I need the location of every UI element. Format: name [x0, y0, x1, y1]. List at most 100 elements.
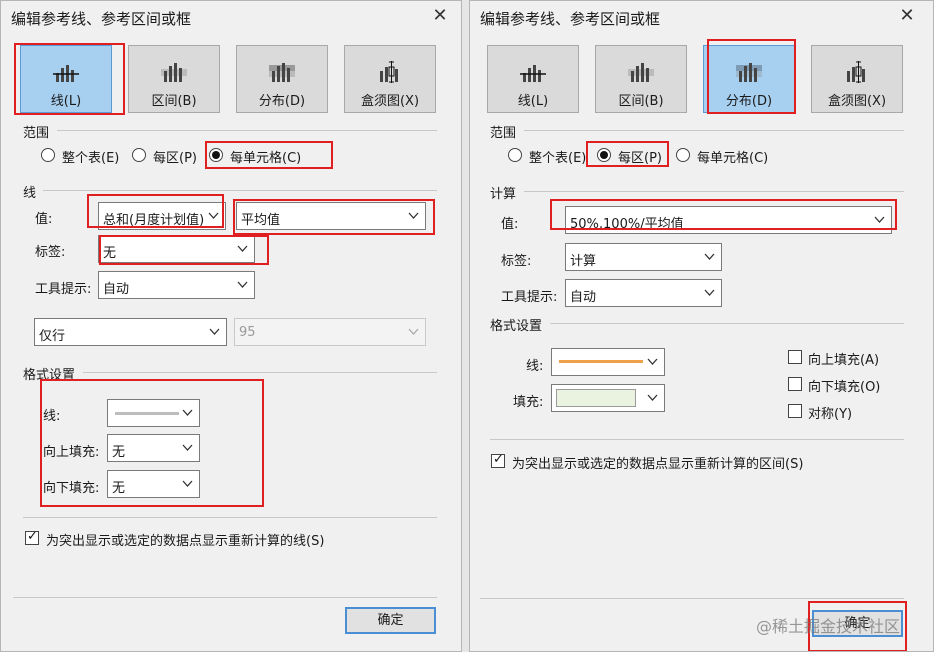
aggregation-select[interactable]: 平均值 — [236, 202, 426, 230]
tooltip-select[interactable]: 自动 — [565, 279, 722, 307]
fill-up-label: 向上填充(A) — [808, 353, 880, 368]
label-select[interactable]: 无 — [98, 235, 255, 263]
chevron-down-icon — [182, 444, 193, 451]
only-rows-select[interactable]: 仅行 — [34, 318, 227, 346]
scope-option-label: 每单元格(C) — [230, 151, 302, 166]
chevron-down-icon — [408, 328, 419, 335]
scope-heading: 范围 — [490, 126, 517, 141]
close-icon[interactable]: ✕ — [896, 5, 918, 27]
value-label: 值: — [35, 212, 53, 227]
fill-up-checkbox[interactable] — [788, 350, 802, 364]
select-value: 50%,100%/平均值 — [570, 217, 684, 232]
value-field-select[interactable]: 总和(月度计划值) — [98, 202, 226, 230]
select-value: 平均值 — [241, 213, 281, 228]
reference-line-icon — [520, 65, 546, 82]
symmetric-label: 对称(Y) — [808, 407, 853, 422]
chevron-down-icon — [647, 358, 658, 365]
scope-radio-table[interactable] — [41, 148, 55, 162]
divider — [550, 323, 904, 324]
fill-below-select[interactable]: 无 — [107, 470, 200, 498]
value-field-select[interactable]: 50%,100%/平均值 — [565, 206, 892, 234]
tab-label: 分布(D) — [258, 94, 306, 109]
reference-line-icon — [53, 65, 79, 82]
scope-option-label: 每单元格(C) — [697, 151, 769, 166]
box-plot-icon — [847, 61, 865, 83]
select-value: 无 — [112, 481, 126, 496]
chevron-down-icon — [209, 328, 220, 335]
scope-option-label: 每区(P) — [153, 151, 197, 166]
tab-line[interactable]: 线(L) — [487, 45, 579, 113]
format-line-label: 线: — [526, 359, 544, 374]
divider — [23, 517, 437, 518]
chevron-down-icon — [182, 480, 193, 487]
tab-label: 盒须图(X) — [827, 94, 887, 109]
scope-option-label: 整个表(E) — [529, 151, 587, 166]
scope-radio-cell[interactable] — [209, 148, 223, 162]
divider — [490, 439, 904, 440]
close-icon[interactable]: ✕ — [429, 5, 451, 27]
select-value: 无 — [103, 246, 117, 261]
scope-radio-table[interactable] — [508, 148, 522, 162]
tab-label: 分布(D) — [725, 94, 773, 109]
tab-boxplot[interactable]: 盒须图(X) — [344, 45, 436, 113]
line-swatch — [559, 360, 643, 363]
chevron-down-icon — [237, 281, 248, 288]
scope-option-label: 整个表(E) — [62, 151, 120, 166]
chevron-down-icon — [874, 216, 885, 223]
chevron-down-icon — [704, 289, 715, 296]
select-value: 总和(月度计划值) — [103, 213, 205, 228]
watermark: @稀土掘金技术社区 — [756, 617, 901, 636]
chevron-down-icon — [704, 253, 715, 260]
chevron-down-icon — [182, 409, 193, 416]
fill-color-select[interactable] — [551, 384, 665, 412]
scope-radio-pane[interactable] — [132, 148, 146, 162]
fill-above-select[interactable]: 无 — [107, 434, 200, 462]
scope-radio-cell[interactable] — [676, 148, 690, 162]
fill-swatch — [556, 389, 636, 407]
left-dialog: 编辑参考线、参考区间或框 ✕ 线(L) 区间(B) 分布(D) 盒须图(X) 范… — [0, 0, 462, 652]
recalc-label: 为突出显示或选定的数据点显示重新计算的线(S) — [46, 534, 325, 549]
tab-label: 盒须图(X) — [360, 94, 420, 109]
format-line-label: 线: — [43, 409, 61, 424]
calc-heading: 计算 — [490, 187, 517, 202]
divider — [524, 130, 904, 131]
confidence-select: 95 — [234, 318, 426, 346]
tab-band[interactable]: 区间(B) — [595, 45, 687, 113]
divider — [524, 191, 904, 192]
tab-label: 区间(B) — [618, 94, 664, 109]
line-swatch — [115, 412, 179, 415]
line-style-select[interactable] — [551, 348, 665, 376]
format-heading: 格式设置 — [23, 368, 76, 383]
distribution-icon — [269, 63, 295, 82]
ok-button[interactable]: 确定 — [345, 607, 436, 634]
symmetric-checkbox[interactable] — [788, 404, 802, 418]
tab-distribution[interactable]: 分布(D) — [236, 45, 328, 113]
scope-radio-pane[interactable] — [597, 148, 611, 162]
tooltip-label: 工具提示: — [501, 290, 558, 305]
label-select[interactable]: 计算 — [565, 243, 722, 271]
tab-distribution[interactable]: 分布(D) — [703, 45, 795, 113]
box-plot-icon — [380, 61, 398, 83]
chevron-down-icon — [647, 394, 658, 401]
tab-boxplot[interactable]: 盒须图(X) — [811, 45, 903, 113]
select-value: 仅行 — [39, 329, 66, 344]
divider — [43, 190, 437, 191]
divider — [83, 372, 437, 373]
tab-line[interactable]: 线(L) — [20, 45, 112, 113]
format-heading: 格式设置 — [490, 319, 543, 334]
value-label: 值: — [501, 217, 519, 232]
select-value: 计算 — [570, 254, 597, 269]
recalc-checkbox[interactable] — [25, 529, 39, 545]
fill-down-label: 向下填充(O) — [808, 380, 881, 395]
recalc-checkbox[interactable] — [491, 452, 505, 468]
line-heading: 线 — [23, 186, 37, 201]
chevron-down-icon — [408, 212, 419, 219]
chevron-down-icon — [208, 212, 219, 219]
fill-down-checkbox[interactable] — [788, 377, 802, 391]
tab-band[interactable]: 区间(B) — [128, 45, 220, 113]
select-value: 自动 — [103, 282, 130, 297]
line-style-select[interactable] — [107, 399, 200, 427]
fill-above-label: 向上填充: — [43, 445, 100, 460]
tooltip-select[interactable]: 自动 — [98, 271, 255, 299]
tab-label: 区间(B) — [151, 94, 197, 109]
